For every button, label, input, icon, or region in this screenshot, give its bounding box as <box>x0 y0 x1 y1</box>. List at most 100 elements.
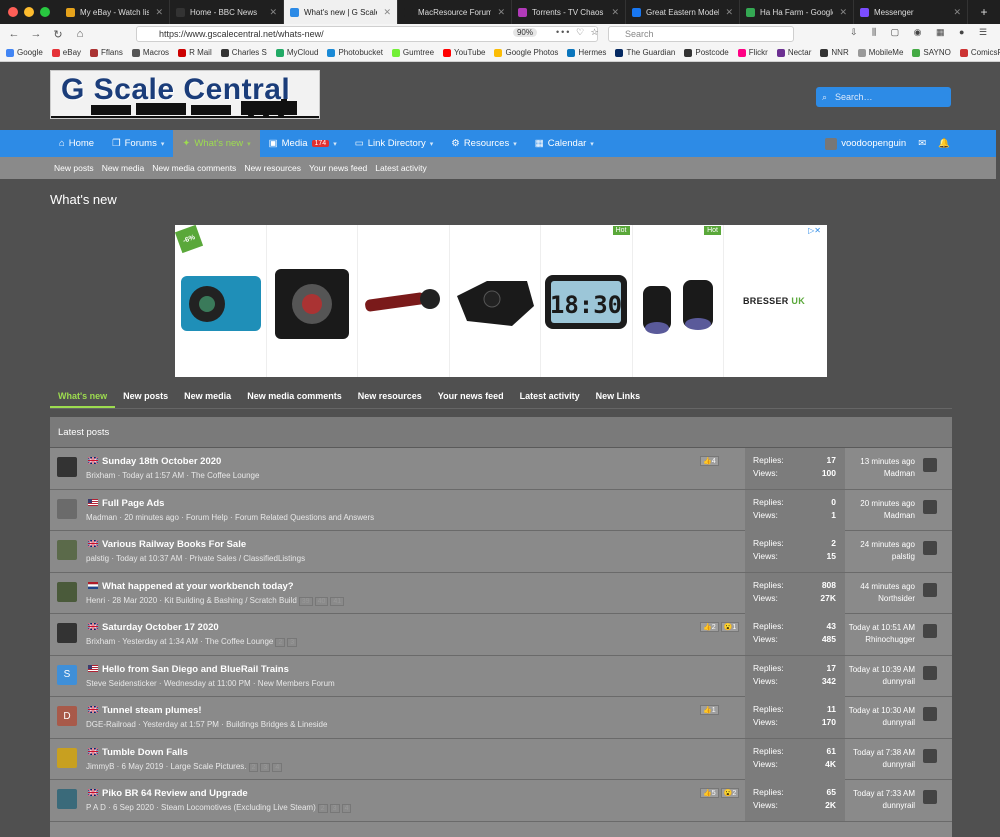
tab-new-resources[interactable]: New resources <box>350 383 430 408</box>
thread-title[interactable]: Various Railway Books For Sale <box>87 539 246 550</box>
chevron-down-icon[interactable]: ▾ <box>513 140 517 148</box>
browser-tab[interactable]: Torrents - TV Chaos UK ✕ <box>512 0 626 24</box>
browser-tab[interactable]: Messenger ✕ <box>854 0 968 24</box>
nav-tab-link-directory[interactable]: ▭ Link Directory ▾ <box>346 130 443 157</box>
tab-what-s-new[interactable]: What's new <box>50 383 116 408</box>
thread-row[interactable]: S Hello from San Diego and BlueRail Train… <box>50 655 952 697</box>
last-post-time[interactable]: Today at 7:38 AM <box>845 747 915 759</box>
page-link[interactable]: 39 <box>298 596 313 606</box>
close-tab-icon[interactable]: ✕ <box>269 7 277 18</box>
subnav-link[interactable]: Latest activity <box>375 163 427 173</box>
close-window-button[interactable] <box>8 7 18 17</box>
last-poster-avatar[interactable] <box>923 499 937 514</box>
subnav-link[interactable]: Your news feed <box>309 163 367 173</box>
last-post-time[interactable]: 24 minutes ago <box>845 539 915 551</box>
ad-product-binoculars[interactable]: Hot <box>633 225 724 377</box>
forward-icon[interactable]: → <box>28 28 44 40</box>
bookmark-item[interactable]: SAYNO <box>912 48 951 57</box>
last-post-info[interactable]: 13 minutes ago Madman <box>845 456 915 480</box>
page-link[interactable]: 4 <box>272 762 283 772</box>
last-post-user[interactable]: dunnyrail <box>845 717 915 729</box>
last-poster-avatar[interactable] <box>923 790 937 804</box>
browser-tab[interactable]: MacResource Forums :: Tip… ✕ <box>398 0 512 24</box>
nav-tab-what-s-new[interactable]: ✦ What's new ▾ <box>173 130 260 157</box>
bookmark-item[interactable]: Hermes <box>567 48 606 57</box>
close-tab-icon[interactable]: ✕ <box>839 7 847 18</box>
ad-product-telescope[interactable] <box>358 225 450 377</box>
last-poster-avatar[interactable] <box>923 541 937 555</box>
tab-new-posts[interactable]: New posts <box>115 383 176 408</box>
back-icon[interactable]: ← <box>6 28 22 40</box>
bookmark-item[interactable]: eBay <box>51 48 81 57</box>
new-tab-button[interactable]: + <box>968 5 1000 19</box>
bookmark-item[interactable]: ComicsPriceGuide.c… <box>959 48 1000 57</box>
thread-title[interactable]: What happened at your workbench today? <box>88 581 294 592</box>
thread-avatar[interactable] <box>57 457 77 477</box>
browser-search-input[interactable]: Search <box>608 26 794 42</box>
bookmark-item[interactable]: Nectar <box>776 48 811 57</box>
url-bar[interactable]: https://www.gscalecentral.net/whats-new/… <box>136 26 598 42</box>
bookmark-item[interactable]: The Guardian <box>615 48 675 57</box>
bookmark-item[interactable]: MyCloud <box>275 48 318 57</box>
close-tab-icon[interactable]: ✕ <box>953 7 961 18</box>
site-logo[interactable]: G Scale Central <box>50 70 320 119</box>
page-link[interactable]: 2 <box>317 804 328 813</box>
page-link[interactable]: 3 <box>260 762 271 772</box>
reaction-badge[interactable]: 😮2 <box>720 788 740 798</box>
advertisement[interactable]: -6% Hot 18:30 Hot ▷✕ BRESSER UK <box>174 224 827 377</box>
ad-brand[interactable]: ▷✕ BRESSER UK <box>724 225 824 377</box>
page-link[interactable]: 41 <box>330 596 345 606</box>
thread-avatar[interactable] <box>57 540 77 560</box>
thread-avatar[interactable] <box>57 623 77 643</box>
user-menu[interactable]: voodoopenguin <box>825 137 906 150</box>
inbox-icon[interactable]: ✉ <box>918 138 926 149</box>
thread-title[interactable]: Tunnel steam plumes! <box>87 705 202 716</box>
ad-product-nightvision[interactable] <box>450 225 541 377</box>
thread-row[interactable]: Full Page Ads Madman · 20 minutes ago · F… <box>50 489 952 531</box>
bookmark-item[interactable]: Charles S <box>220 48 267 57</box>
ad-product-clock[interactable]: Hot 18:30 <box>541 225 633 377</box>
last-poster-avatar[interactable] <box>923 707 937 721</box>
thread-title[interactable]: Full Page Ads <box>88 498 164 509</box>
last-post-time[interactable]: 20 minutes ago <box>845 498 915 510</box>
last-post-info[interactable]: Today at 7:38 AM dunnyrail <box>845 747 915 771</box>
thread-avatar[interactable] <box>57 581 77 602</box>
zoom-window-button[interactable] <box>40 7 50 17</box>
tab-new-links[interactable]: New Links <box>588 383 649 408</box>
close-tab-icon[interactable]: ✕ <box>155 7 163 18</box>
last-post-time[interactable]: Today at 10:30 AM <box>845 705 915 717</box>
page-link[interactable]: 3 <box>287 638 298 647</box>
last-post-info[interactable]: 20 minutes ago Madman <box>845 498 915 522</box>
bookmark-item[interactable]: Flickr <box>737 48 768 57</box>
thread-avatar[interactable] <box>57 789 77 809</box>
close-tab-icon[interactable]: ✕ <box>725 7 733 18</box>
tab-latest-activity[interactable]: Latest activity <box>512 383 588 408</box>
page-link[interactable]: 3 <box>329 804 340 813</box>
bookmark-item[interactable]: Photobucket <box>327 48 383 57</box>
subnav-link[interactable]: New posts <box>54 163 94 173</box>
thread-row[interactable]: What happened at your workbench today? He… <box>50 572 952 614</box>
last-post-info[interactable]: Today at 10:51 AM Rhinochugger <box>845 622 915 646</box>
page-link[interactable]: 2 <box>248 762 259 772</box>
thread-title[interactable]: Sunday 18th October 2020 <box>87 456 221 467</box>
last-post-user[interactable]: palstig <box>845 551 915 563</box>
thread-avatar[interactable]: S <box>57 664 77 685</box>
subnav-link[interactable]: New media <box>102 163 145 173</box>
alerts-icon[interactable]: 🔔 <box>938 138 950 149</box>
ad-product-camera-black[interactable] <box>267 225 358 377</box>
reaction-badge[interactable]: 👍2 <box>700 622 719 632</box>
bookmark-item[interactable]: Gumtree <box>391 48 434 57</box>
last-post-user[interactable]: dunnyrail <box>845 800 915 812</box>
scrollbar[interactable] <box>996 62 1000 828</box>
nav-tab-resources[interactable]: ⚙ Resources ▾ <box>442 130 525 157</box>
last-post-user[interactable]: dunnyrail <box>845 676 915 688</box>
reaction-badge[interactable]: 👍4 <box>700 456 719 466</box>
last-post-user[interactable]: Madman <box>845 510 915 522</box>
subnav-link[interactable]: New resources <box>244 163 301 173</box>
thread-title[interactable]: Hello from San Diego and BlueRail Trains <box>88 664 289 675</box>
bookmark-item[interactable]: R Mail <box>178 48 212 57</box>
home-browser-icon[interactable]: ⌂ <box>72 28 88 40</box>
tab-your-news-feed[interactable]: Your news feed <box>430 383 512 408</box>
last-post-info[interactable]: Today at 7:33 AM dunnyrail <box>845 788 915 812</box>
last-post-time[interactable]: Today at 10:51 AM <box>845 622 915 634</box>
